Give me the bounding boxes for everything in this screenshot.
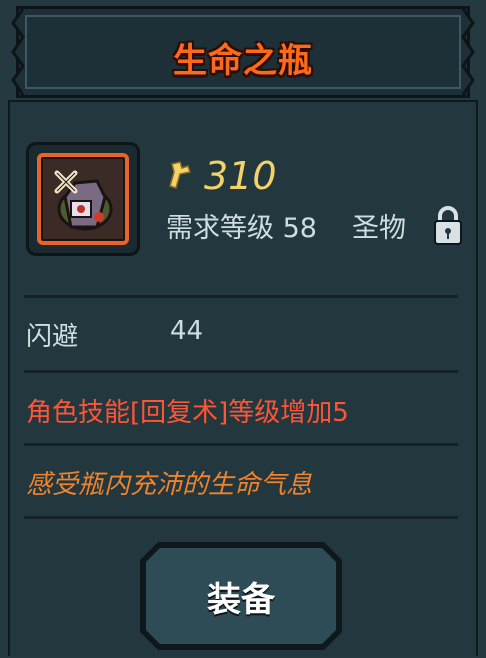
item-rarity: 圣物 <box>352 213 406 244</box>
gold-key-icon <box>169 161 191 189</box>
skill-bonus-text: 角色技能[回复术]等级增加5 <box>26 398 349 428</box>
level-requirement: 需求等级 58 <box>166 213 317 244</box>
divider <box>24 370 458 373</box>
stat-label-dodge: 闪避 <box>26 322 79 352</box>
divider <box>24 295 458 298</box>
divider <box>24 443 458 446</box>
item-icon-slot <box>37 153 129 245</box>
equip-button[interactable]: 装备 <box>140 542 342 650</box>
divider <box>24 516 458 519</box>
item-price: 310 <box>204 154 277 198</box>
stat-value-dodge: 44 <box>170 316 204 346</box>
equip-button-label: 装备 <box>207 580 275 620</box>
title-banner: 生命之瓶 <box>11 6 475 98</box>
lock-icon[interactable] <box>432 204 464 246</box>
item-detail-panel: 生命之瓶 310 需求等级 58 圣物 闪避 44 角色技能[回复术]等级增加5… <box>0 0 486 658</box>
item-title: 生命之瓶 <box>173 41 313 81</box>
item-icon-frame <box>26 142 140 256</box>
bottle-relic-icon <box>54 170 113 231</box>
flavor-text: 感受瓶内充沛的生命气息 <box>26 470 313 500</box>
